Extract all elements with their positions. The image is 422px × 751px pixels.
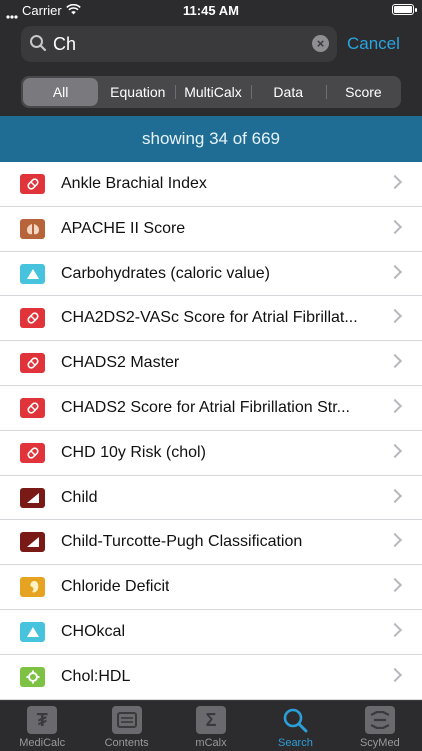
list-item[interactable]: APACHE II Score <box>0 206 422 252</box>
liver-icon <box>20 487 45 508</box>
chevron-right-icon <box>387 264 403 279</box>
lungs-icon <box>20 218 45 239</box>
pill-icon <box>20 174 45 194</box>
list-item-label: CHA2DS2-VASc Score for Atrial Fibrillat.… <box>61 309 358 327</box>
status-bar: Carrier 11:45 AM <box>0 0 422 22</box>
tab-bar: ₮ MediCalc Contents Σ mCalx Search ScyMe… <box>0 700 422 751</box>
list-item[interactable]: CHD 10y Risk (chol) <box>0 430 422 476</box>
tab-label: MediCalc <box>19 737 66 749</box>
segment-data[interactable]: Data <box>250 78 326 106</box>
list-item-label: CHD 10y Risk (chol) <box>61 443 206 461</box>
list-item-label: CHOkcal <box>61 622 126 640</box>
results-list: Ankle Brachial Index APACHE II Score Carbo… <box>0 162 422 700</box>
list-item-label: CHADS2 Score for Atrial Fibrillation Str… <box>61 398 350 416</box>
results-count-banner: showing 34 of 669 <box>0 116 422 162</box>
chevron-right-icon <box>387 174 403 190</box>
list-item-label: Carbohydrates (caloric value) <box>61 264 270 282</box>
list-item[interactable]: Chloride Deficit <box>0 565 422 610</box>
list-item-label: APACHE II Score <box>61 219 186 237</box>
list-item[interactable]: Child-Turcotte-Pugh Classification <box>0 520 422 566</box>
chevron-right-icon <box>387 533 403 548</box>
chevron-right-icon <box>387 309 403 324</box>
sigma-icon: Σ <box>196 706 227 734</box>
tab-mcalx[interactable]: Σ mCalx <box>169 701 253 751</box>
search-input[interactable] <box>53 26 313 62</box>
status-time: 11:45 AM <box>183 3 239 18</box>
list-item-label: Child <box>61 488 98 506</box>
chevron-right-icon <box>387 398 403 414</box>
list-item[interactable]: CHADS2 Master <box>0 341 422 386</box>
list-item[interactable]: Ankle Brachial Index <box>0 162 422 207</box>
segment-all[interactable]: All <box>23 78 99 106</box>
battery-icon <box>392 4 417 15</box>
segment-multicalx[interactable]: MultiCalx <box>175 78 250 106</box>
filter-segmented-control: All Equation MultiCalx Data Score <box>21 76 401 108</box>
list-item[interactable]: Carbohydrates (caloric value) <box>0 251 422 297</box>
pill-icon <box>20 442 45 463</box>
list-item[interactable]: Chol:HDL <box>0 654 422 700</box>
pill-icon <box>20 353 45 374</box>
tab-contents[interactable]: Contents <box>84 701 168 751</box>
gear-icon <box>20 666 45 687</box>
triangle-icon <box>20 621 45 642</box>
search-field[interactable]: × <box>21 26 337 62</box>
segment-equation[interactable]: Equation <box>100 78 175 106</box>
tab-search[interactable]: Search <box>253 701 337 751</box>
list-item-label: Child-Turcotte-Pugh Classification <box>61 533 303 551</box>
list-item-label: Ankle Brachial Index <box>61 175 207 192</box>
list-item-label: Chol:HDL <box>61 667 131 685</box>
tab-label: ScyMed <box>359 737 400 749</box>
clear-search-icon[interactable]: × <box>312 35 329 52</box>
tab-label: Search <box>277 737 313 749</box>
search-icon <box>280 706 310 734</box>
liver-icon <box>20 532 45 553</box>
scymed-icon <box>364 706 395 734</box>
chevron-right-icon <box>387 354 403 369</box>
chevron-right-icon <box>387 578 403 593</box>
chevron-right-icon <box>387 622 403 638</box>
tab-label: mCalx <box>195 737 227 749</box>
pill-icon <box>20 397 45 418</box>
medicalc-icon: ₮ <box>27 706 58 734</box>
list-item[interactable]: CHADS2 Score for Atrial Fibrillation Str… <box>0 385 422 431</box>
contents-icon <box>111 706 142 734</box>
kidney-icon <box>20 577 45 598</box>
chevron-right-icon <box>387 219 403 234</box>
tab-label: Contents <box>104 737 149 749</box>
chevron-right-icon <box>387 443 403 458</box>
cancel-button[interactable]: Cancel <box>347 34 400 54</box>
triangle-icon <box>20 263 45 284</box>
tab-medicalc[interactable]: ₮ MediCalc <box>0 701 84 751</box>
top-bar: Carrier 11:45 AM × Cancel All Equation M… <box>0 0 422 116</box>
segment-score[interactable]: Score <box>325 78 401 106</box>
tab-scymed[interactable]: ScyMed <box>338 701 422 751</box>
search-icon <box>29 34 47 57</box>
search-row: × Cancel <box>0 26 422 64</box>
list-item-label: CHADS2 Master <box>61 354 180 372</box>
chevron-right-icon <box>387 667 403 682</box>
chevron-right-icon <box>387 488 403 503</box>
list-item-label: Chloride Deficit <box>61 578 170 596</box>
list-item[interactable]: CHOkcal <box>0 609 422 655</box>
list-item[interactable]: Child <box>0 475 422 521</box>
list-item[interactable]: CHA2DS2-VASc Score for Atrial Fibrillat.… <box>0 296 422 342</box>
pill-icon <box>20 308 45 329</box>
